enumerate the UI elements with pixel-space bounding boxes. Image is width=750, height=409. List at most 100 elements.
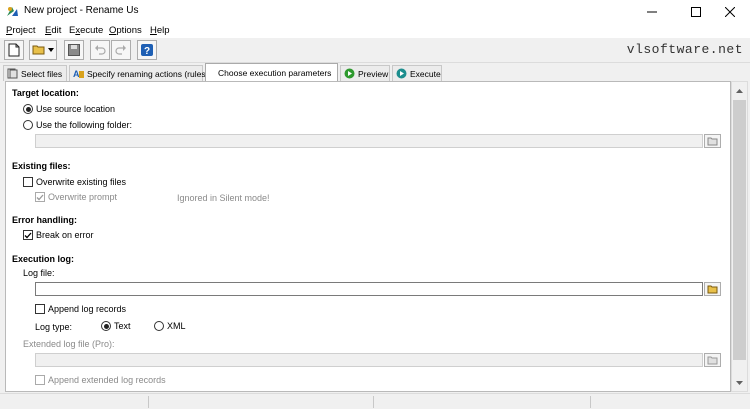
- play-teal-icon: [396, 68, 407, 79]
- open-project-button[interactable]: [29, 40, 57, 60]
- checkmark-icon: [24, 232, 32, 238]
- append-log-checkbox[interactable]: [35, 304, 45, 314]
- tab-select-files[interactable]: Select files: [3, 65, 67, 81]
- browse-folder-icon: [707, 285, 717, 294]
- target-location-heading: Target location:: [12, 88, 79, 98]
- existing-files-heading: Existing files:: [12, 161, 71, 171]
- title-bar: New project - Rename Us: [0, 0, 750, 23]
- tab-execute-label: Execute: [410, 68, 441, 79]
- scrollbar-thumb[interactable]: [733, 100, 746, 360]
- close-icon: [725, 6, 735, 17]
- undo-button[interactable]: [90, 40, 110, 60]
- log-file-input[interactable]: [35, 282, 703, 296]
- new-project-button[interactable]: [4, 40, 24, 60]
- redo-icon: [115, 45, 126, 55]
- wizard-tabs: Select files A Specify renaming actions …: [0, 63, 750, 81]
- minimize-button[interactable]: [632, 0, 672, 23]
- error-handling-heading: Error handling:: [12, 215, 77, 225]
- use-source-label: Use source location: [36, 104, 116, 114]
- tab-execution-parameters[interactable]: Choose execution parameters: [205, 63, 338, 81]
- append-extended-log-label: Append extended log records: [48, 375, 166, 385]
- target-folder-input[interactable]: [35, 134, 703, 148]
- help-button[interactable]: ?: [137, 40, 157, 60]
- menu-bar: Project Edit Execute Options Help: [0, 23, 750, 38]
- menu-edit[interactable]: Edit: [45, 25, 61, 36]
- log-type-text-radio[interactable]: [101, 321, 111, 331]
- maximize-icon: [691, 6, 701, 17]
- tab-preview[interactable]: Preview: [340, 65, 390, 81]
- open-folder-icon: [32, 45, 45, 55]
- use-following-folder-option[interactable]: Use the following folder:: [23, 120, 132, 130]
- status-divider: [590, 396, 591, 408]
- vertical-scrollbar[interactable]: [731, 81, 748, 392]
- undo-icon: [95, 45, 106, 55]
- log-type-xml-label: XML: [167, 321, 186, 331]
- tab-rules[interactable]: A Specify renaming actions (rules): [69, 65, 208, 81]
- checkmark-icon: [36, 194, 44, 200]
- save-project-button[interactable]: [64, 40, 84, 60]
- extended-log-label: Extended log file (Pro):: [23, 339, 115, 349]
- svg-text:A: A: [73, 69, 80, 79]
- tab-rules-label: Specify renaming actions (rules): [87, 68, 209, 79]
- use-source-location-option[interactable]: Use source location: [23, 104, 115, 114]
- log-file-browse-button[interactable]: [704, 282, 721, 296]
- overwrite-existing-checkbox[interactable]: [23, 177, 33, 187]
- status-divider: [148, 396, 149, 408]
- silent-mode-note: Ignored in Silent mode!: [177, 193, 270, 203]
- overwrite-prompt-checkbox[interactable]: [35, 192, 45, 202]
- play-green-icon: [344, 68, 355, 79]
- menu-project[interactable]: Project: [6, 25, 36, 36]
- scroll-up-button[interactable]: [732, 82, 747, 99]
- break-on-error-option[interactable]: Break on error: [23, 230, 94, 240]
- select-files-icon: [7, 68, 18, 79]
- overwrite-existing-label: Overwrite existing files: [36, 177, 127, 187]
- append-extended-log-option[interactable]: Append extended log records: [35, 375, 166, 385]
- use-folder-label: Use the following folder:: [36, 120, 133, 130]
- rules-icon: A: [73, 69, 84, 79]
- tab-execution-parameters-label: Choose execution parameters: [218, 67, 332, 78]
- append-log-option[interactable]: Append log records: [35, 304, 126, 314]
- menu-help[interactable]: Help: [150, 25, 170, 36]
- log-type-text-label: Text: [114, 321, 131, 331]
- target-folder-browse-button[interactable]: [704, 134, 721, 148]
- execution-log-heading: Execution log:: [12, 254, 75, 264]
- browse-folder-icon: [707, 137, 717, 146]
- close-button[interactable]: [710, 0, 750, 23]
- redo-button[interactable]: [111, 40, 131, 60]
- status-bar: [0, 393, 750, 409]
- status-divider: [373, 396, 374, 408]
- overwrite-prompt-label: Overwrite prompt: [48, 192, 118, 202]
- window-title: New project - Rename Us: [24, 5, 139, 16]
- use-source-radio[interactable]: [23, 104, 33, 114]
- extended-log-input[interactable]: [35, 353, 703, 367]
- log-type-xml-option[interactable]: XML: [154, 321, 186, 331]
- log-file-label: Log file:: [23, 268, 55, 278]
- scroll-down-button[interactable]: [732, 374, 747, 391]
- menu-options[interactable]: Options: [109, 25, 142, 36]
- save-icon: [68, 44, 80, 56]
- log-type-xml-radio[interactable]: [154, 321, 164, 331]
- new-file-icon: [8, 43, 20, 57]
- brand-label: vlsoftware.net: [626, 42, 743, 57]
- log-type-text-option[interactable]: Text: [101, 321, 131, 331]
- overwrite-existing-option[interactable]: Overwrite existing files: [23, 177, 126, 187]
- execution-parameters-panel: Target location: Use source location Use…: [5, 81, 731, 392]
- break-on-error-checkbox[interactable]: [23, 230, 33, 240]
- menu-execute[interactable]: Execute: [69, 25, 103, 36]
- append-extended-log-checkbox[interactable]: [35, 375, 45, 385]
- dropdown-arrow-icon: [48, 48, 54, 52]
- overwrite-prompt-option[interactable]: Overwrite prompt: [35, 192, 117, 202]
- tab-execute[interactable]: Execute: [392, 65, 442, 81]
- chevron-up-icon: [736, 88, 743, 93]
- browse-folder-icon: [707, 356, 717, 365]
- extended-log-browse-button[interactable]: [704, 353, 721, 367]
- break-on-error-label: Break on error: [36, 230, 94, 240]
- svg-text:?: ?: [144, 46, 150, 57]
- help-icon: ?: [141, 44, 153, 57]
- use-folder-radio[interactable]: [23, 120, 33, 130]
- app-icon: [7, 7, 18, 16]
- log-type-label: Log type:: [35, 322, 73, 332]
- append-log-label: Append log records: [48, 304, 127, 314]
- minimize-icon: [647, 11, 657, 12]
- chevron-down-icon: [736, 380, 743, 385]
